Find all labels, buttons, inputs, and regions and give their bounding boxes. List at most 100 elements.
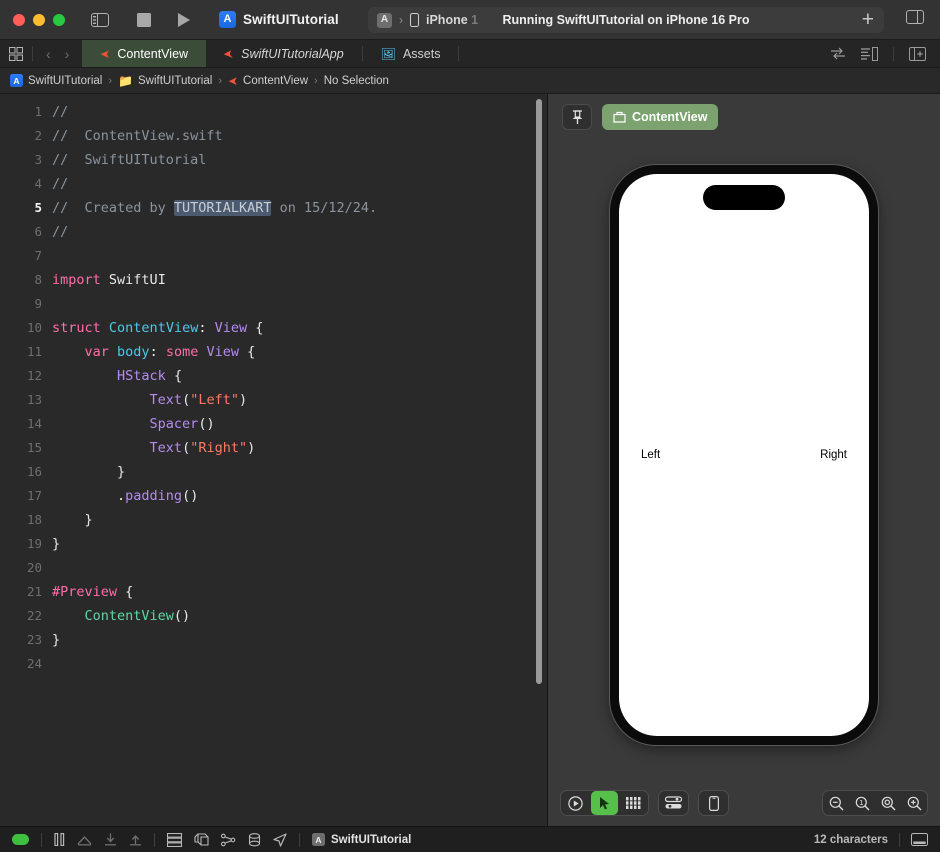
compare-versions-icon[interactable] [830, 47, 846, 60]
zoom-out-icon[interactable] [824, 791, 848, 815]
location-arrow-icon[interactable] [273, 832, 287, 847]
code-line-content[interactable]: #Preview { [52, 581, 547, 604]
code-line-content[interactable]: import SwiftUI [52, 269, 547, 292]
code-line-content[interactable]: // SwiftUITutorial [52, 149, 547, 172]
code-line[interactable]: 2 // ContentView.swift [0, 124, 547, 148]
code-line-content[interactable]: // ContentView.swift [52, 125, 547, 148]
code-line-content[interactable]: } [52, 629, 547, 652]
code-line[interactable]: 3 // SwiftUITutorial [0, 148, 547, 172]
code-line-content[interactable]: Text("Left") [52, 389, 547, 412]
device-settings-icon[interactable] [660, 791, 687, 815]
add-editor-icon[interactable] [909, 46, 926, 61]
step-into-icon[interactable] [104, 833, 117, 846]
selectable-cursor-icon[interactable] [591, 791, 618, 815]
run-icon[interactable] [177, 12, 191, 28]
code-line[interactable]: 4 // [0, 172, 547, 196]
zoom-actual-size-icon[interactable]: 1 [850, 791, 874, 815]
status-project-chip[interactable]: A SwiftUITutorial [312, 833, 411, 846]
code-line-content[interactable]: } [52, 533, 547, 556]
grid-icon[interactable] [0, 40, 32, 67]
code-line-content[interactable]: Spacer() [52, 413, 547, 436]
close-button[interactable] [13, 13, 25, 26]
code-line[interactable]: 7 [0, 244, 547, 268]
debug-view-hierarchy-icon[interactable] [167, 832, 182, 847]
back-icon[interactable]: ‹ [46, 47, 51, 61]
code-line[interactable]: 5 // Created by TUTORIALKART on 15/12/24. [0, 196, 547, 220]
code-line-content[interactable] [52, 653, 547, 676]
simulate-location-icon[interactable] [248, 832, 261, 847]
code-line[interactable]: 6 // [0, 220, 547, 244]
code-line-content[interactable] [52, 245, 547, 268]
device-frame-icon[interactable] [700, 791, 727, 815]
code-line[interactable]: 12 HStack { [0, 364, 547, 388]
live-preview-icon[interactable] [562, 791, 589, 815]
tab-swiftuitutorialapp[interactable]: ➤ SwiftUITutorialApp [206, 40, 362, 67]
debug-area-toggle-icon[interactable] [911, 833, 928, 846]
variants-grid-icon[interactable] [620, 791, 647, 815]
code-line-content[interactable]: // [52, 173, 547, 196]
sidebar-toggle-icon[interactable] [91, 12, 109, 27]
code-line[interactable]: 18 } [0, 508, 547, 532]
code-line-content[interactable]: HStack { [52, 365, 547, 388]
code-line[interactable]: 1 // [0, 100, 547, 124]
minimap-icon[interactable] [861, 46, 878, 61]
code-line-content[interactable]: struct ContentView: View { [52, 317, 547, 340]
memory-graph-icon[interactable] [194, 832, 209, 847]
code-line-content[interactable]: var body: some View { [52, 341, 547, 364]
breadcrumb-item-file[interactable]: ➤ ContentView [228, 74, 308, 88]
code-line[interactable]: 21 #Preview { [0, 580, 547, 604]
code-line[interactable]: 20 [0, 556, 547, 580]
code-line[interactable]: 10 struct ContentView: View { [0, 316, 547, 340]
source-code[interactable]: 1 // 2 // ContentView.swift 3 // SwiftUITutor… [0, 94, 547, 676]
add-button[interactable]: + [862, 9, 874, 31]
code-line-content[interactable] [52, 557, 547, 580]
code-line[interactable]: 17 .padding() [0, 484, 547, 508]
scheme-selector[interactable]: A › iPhone 1 [368, 12, 478, 28]
code-line[interactable]: 9 [0, 292, 547, 316]
code-token: View [214, 320, 248, 336]
maximize-button[interactable] [53, 13, 65, 26]
code-line-content[interactable]: Text("Right") [52, 437, 547, 460]
stop-icon[interactable] [137, 12, 151, 27]
code-line-content[interactable]: ContentView() [52, 605, 547, 628]
scheme-and-status-bar[interactable]: A › iPhone 1 Running SwiftUITutorial on … [368, 7, 884, 33]
tab-contentview[interactable]: ➤ ContentView [82, 40, 207, 67]
device-frame[interactable]: Left Right [610, 165, 878, 745]
pin-icon[interactable] [562, 104, 592, 130]
code-line-content[interactable]: .padding() [52, 485, 547, 508]
preview-pill[interactable]: ContentView [602, 104, 719, 130]
code-line[interactable]: 22 ContentView() [0, 604, 547, 628]
code-line[interactable]: 15 Text("Right") [0, 436, 547, 460]
code-line-content[interactable]: // [52, 221, 547, 244]
minimize-button[interactable] [33, 13, 45, 26]
zoom-to-fit-icon[interactable] [876, 791, 900, 815]
code-line[interactable]: 14 Spacer() [0, 412, 547, 436]
code-line-content[interactable] [52, 293, 547, 316]
step-out-icon[interactable] [129, 833, 142, 846]
breadcrumb-item-folder[interactable]: 📁 SwiftUITutorial [118, 75, 212, 87]
pause-icon[interactable] [54, 833, 65, 846]
code-line[interactable]: 13 Text("Left") [0, 388, 547, 412]
inspector-toggle-icon[interactable] [906, 10, 924, 24]
code-line-content[interactable]: // Created by TUTORIALKART on 15/12/24. [52, 197, 547, 220]
project-title-chip[interactable]: A SwiftUITutorial [219, 11, 339, 28]
code-line-content[interactable]: // [52, 101, 547, 124]
code-line[interactable]: 8 import SwiftUI [0, 268, 547, 292]
editor-vertical-scrollbar[interactable] [536, 99, 542, 684]
forward-icon[interactable]: › [65, 47, 70, 61]
zoom-in-icon[interactable] [902, 791, 926, 815]
code-line[interactable]: 19} [0, 532, 547, 556]
code-line[interactable]: 24 [0, 652, 547, 676]
device-screen[interactable]: Left Right [619, 174, 869, 736]
code-line[interactable]: 23} [0, 628, 547, 652]
code-editor[interactable]: 1 // 2 // ContentView.swift 3 // SwiftUITutor… [0, 94, 548, 826]
code-line-content[interactable]: } [52, 461, 547, 484]
breadcrumb-item-selection[interactable]: No Selection [324, 75, 389, 87]
environment-overrides-icon[interactable] [221, 833, 236, 847]
code-line[interactable]: 16 } [0, 460, 547, 484]
step-over-icon[interactable] [77, 833, 92, 846]
tab-assets[interactable]: 🖼 Assets [363, 40, 459, 67]
code-line-content[interactable]: } [52, 509, 547, 532]
breadcrumb-item-project[interactable]: A SwiftUITutorial [10, 74, 102, 87]
code-line[interactable]: 11 var body: some View { [0, 340, 547, 364]
